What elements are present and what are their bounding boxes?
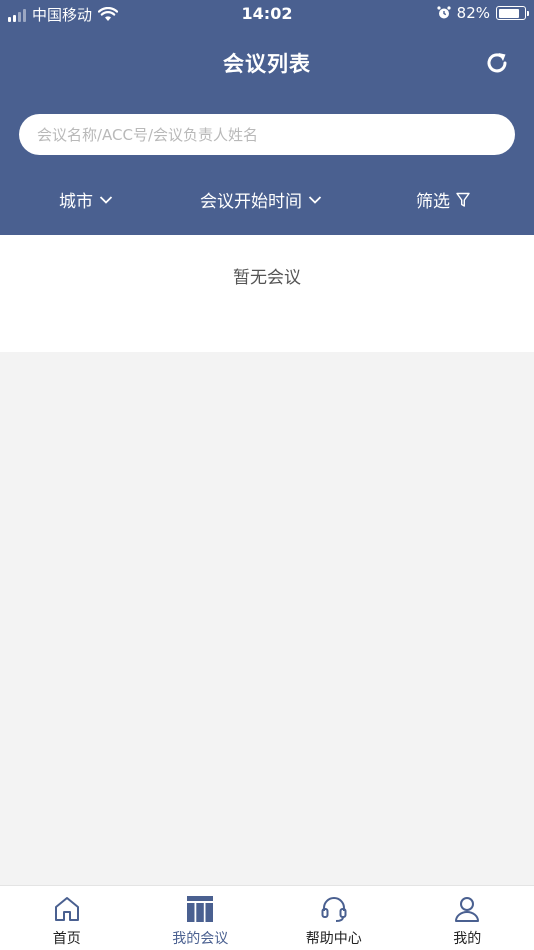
filter-city-label: 城市: [59, 192, 93, 212]
tab-me[interactable]: 我的: [401, 886, 534, 950]
tab-home-label: 首页: [52, 931, 81, 947]
refresh-icon[interactable]: [484, 50, 510, 76]
search-input[interactable]: [19, 114, 515, 155]
home-icon: [54, 897, 79, 921]
battery-percent: 82%: [456, 4, 490, 22]
tab-my-meetings-label: 我的会议: [172, 931, 229, 947]
tab-help-center[interactable]: 帮助中心: [267, 886, 401, 950]
filter-screen-label: 筛选: [416, 192, 450, 212]
meeting-list: 暂无会议: [0, 235, 534, 352]
page-title: 会议列表: [223, 52, 311, 76]
chevron-down-icon: [99, 195, 113, 204]
headset-icon: [321, 897, 347, 922]
user-icon: [455, 897, 480, 922]
tab-bar: 首页 我的会议 帮助中心 我的: [0, 885, 534, 950]
status-bar: 中国移动 14:02 82%: [0, 0, 534, 28]
tab-my-meetings[interactable]: 我的会议: [134, 886, 268, 950]
filter-icon: [456, 192, 470, 207]
empty-state-text: 暂无会议: [233, 268, 301, 288]
header: 中国移动 14:02 82% 会议列表 城市: [0, 0, 534, 235]
filter-start-time[interactable]: 会议开始时间: [200, 187, 322, 212]
filter-city[interactable]: 城市: [59, 187, 113, 212]
meeting-list-icon: [187, 896, 214, 922]
filter-start-time-label: 会议开始时间: [200, 192, 302, 212]
filter-bar: 城市 会议开始时间 筛选: [0, 187, 534, 219]
status-right: 82%: [437, 4, 529, 22]
tab-help-center-label: 帮助中心: [305, 931, 362, 947]
chevron-down-icon: [308, 195, 322, 204]
tab-me-label: 我的: [453, 931, 482, 947]
alarm-icon: [437, 6, 451, 19]
filter-screen[interactable]: 筛选: [416, 187, 470, 212]
battery-icon: [496, 6, 529, 20]
tab-home[interactable]: 首页: [0, 886, 134, 950]
